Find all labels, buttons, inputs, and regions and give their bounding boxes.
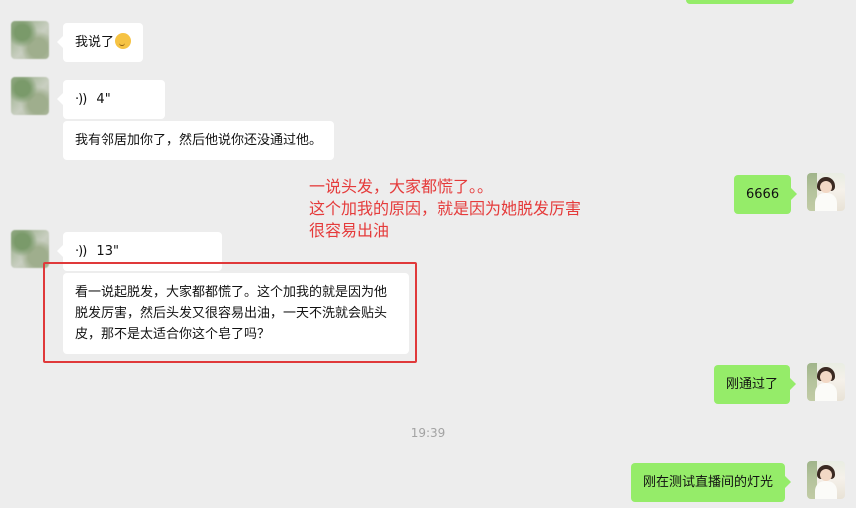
annotation-line: 很容易出油 [309, 221, 390, 240]
message-text: 我说了 [75, 35, 115, 50]
outgoing-message[interactable]: 6666 [734, 175, 798, 214]
user-avatar[interactable] [807, 461, 845, 499]
user-avatar[interactable] [807, 173, 845, 211]
thinking-emoji-icon [115, 33, 132, 49]
incoming-message[interactable]: 我说了 [56, 23, 144, 62]
timestamp: 19:39 [410, 426, 446, 440]
red-annotation: 一说头发，大家都慌了。。 这个加我的原因，就是因为她脱发厉害 很容易出油 [309, 176, 581, 242]
outgoing-message[interactable]: 刚通过了 [714, 365, 797, 404]
voice-wave-icon: ·)) [75, 244, 87, 259]
outgoing-bubble-partial [686, 0, 794, 4]
contact-avatar[interactable] [11, 77, 49, 115]
voice-wave-icon: ·)) [75, 92, 87, 107]
annotation-line: 这个加我的原因，就是因为她脱发厉害 [309, 199, 582, 218]
incoming-message[interactable]: 我有邻居加你了，然后他说你还没通过他。 [63, 121, 335, 160]
contact-avatar[interactable] [11, 21, 49, 59]
message-text: 刚在测试直播间的灯光 [643, 475, 774, 490]
message-text: 6666 [746, 187, 780, 202]
voice-message[interactable]: ·)) 4" [57, 80, 165, 119]
message-text: 我有邻居加你了，然后他说你还没通过他。 [75, 133, 323, 148]
user-avatar[interactable] [807, 363, 845, 401]
message-text: 刚通过了 [726, 377, 779, 392]
annotation-line: 一说头发，大家都慌了。。 [309, 177, 494, 196]
highlight-box [43, 262, 417, 363]
outgoing-message[interactable]: 刚在测试直播间的灯光 [631, 463, 792, 502]
voice-duration: 13" [96, 244, 119, 259]
voice-duration: 4" [96, 92, 111, 107]
